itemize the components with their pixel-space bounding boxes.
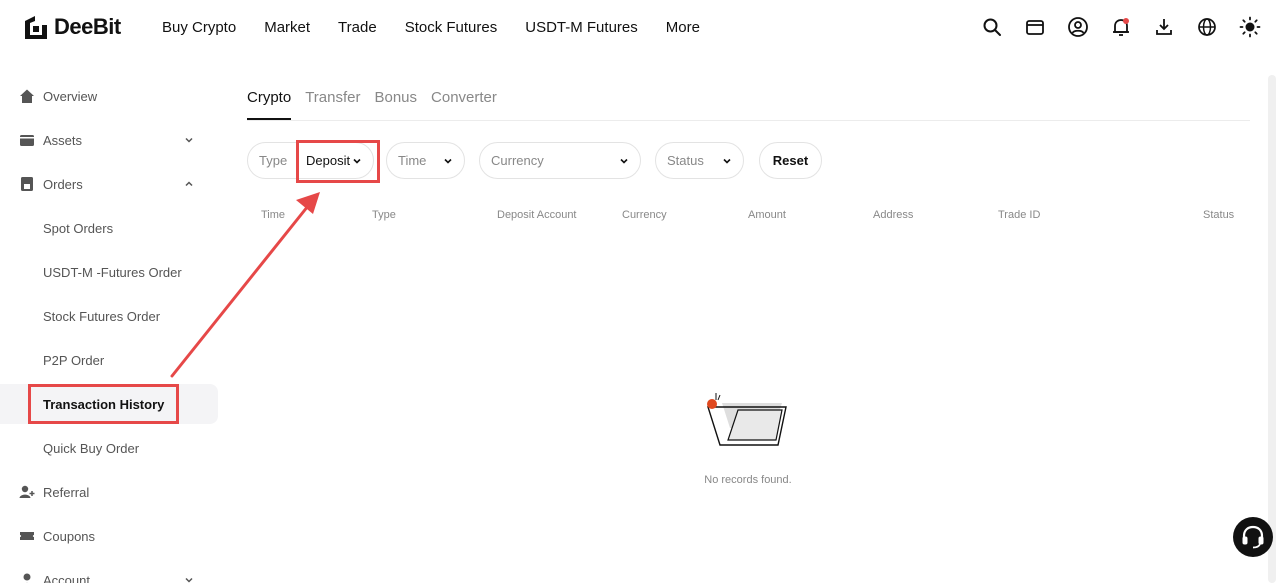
search-icon[interactable] xyxy=(980,15,1004,39)
nav-buy-crypto[interactable]: Buy Crypto xyxy=(162,19,236,36)
notification-bell-icon[interactable] xyxy=(1109,15,1133,39)
brand-logo[interactable]: DeeBit xyxy=(22,13,121,41)
empty-box-icon xyxy=(707,393,787,446)
tab-divider xyxy=(247,120,1250,121)
sidebar-item-account[interactable]: Account xyxy=(0,560,218,583)
nav-stock-futures[interactable]: Stock Futures xyxy=(405,19,498,36)
customer-support-button[interactable] xyxy=(1233,517,1273,557)
sidebar-item-label: Referral xyxy=(43,484,90,500)
tab-transfer[interactable]: Transfer xyxy=(305,80,360,120)
nav-usdtm-futures[interactable]: USDT-M Futures xyxy=(525,19,638,36)
highlight-transaction-history xyxy=(28,384,179,424)
headset-icon xyxy=(1242,525,1264,549)
chevron-down-icon xyxy=(444,158,452,164)
column-header-address: Address xyxy=(873,209,914,221)
sidebar-item-label: P2P Order xyxy=(43,352,105,368)
sidebar-item-p2p-order[interactable]: P2P Order xyxy=(0,340,218,380)
sidebar-item-label: Stock Futures Order xyxy=(43,308,161,324)
coupon-ticket-icon xyxy=(20,532,34,540)
download-icon[interactable] xyxy=(1152,15,1176,39)
page-scrollbar[interactable] xyxy=(1268,75,1276,583)
tab-converter[interactable]: Converter xyxy=(431,80,497,120)
time-select[interactable]: Time xyxy=(386,142,465,179)
sidebar-item-assets[interactable]: Assets xyxy=(0,120,218,160)
user-profile-icon[interactable] xyxy=(1066,15,1090,39)
wallet-icon xyxy=(20,135,34,146)
currency-placeholder: Currency xyxy=(491,153,544,168)
column-header-amount: Amount xyxy=(748,209,786,221)
sidebar-item-orders[interactable]: Orders xyxy=(0,164,218,204)
account-sidebar: Overview Assets Orders Spot Orders USDT-… xyxy=(0,54,230,583)
chevron-down-icon xyxy=(185,577,193,583)
theme-sun-icon[interactable] xyxy=(1238,15,1262,39)
sidebar-item-label: Account xyxy=(43,572,90,583)
column-header-status: Status xyxy=(1203,209,1235,221)
empty-state-text: No records found. xyxy=(704,474,792,486)
sidebar-item-overview[interactable]: Overview xyxy=(0,76,218,116)
status-placeholder: Status xyxy=(667,153,704,168)
column-header-time: Time xyxy=(261,209,286,221)
home-icon xyxy=(20,89,34,103)
sidebar-item-usdtm-futures-order[interactable]: USDT-M -Futures Order xyxy=(0,252,218,292)
time-placeholder: Time xyxy=(398,153,427,168)
column-header-type: Type xyxy=(372,209,396,221)
status-select[interactable]: Status xyxy=(655,142,744,179)
column-header-currency: Currency xyxy=(622,209,667,221)
sidebar-item-label: Spot Orders xyxy=(43,220,114,236)
add-user-icon xyxy=(19,485,35,498)
history-tabs: Crypto Transfer Bonus Converter xyxy=(247,80,511,120)
column-header-trade-id: Trade ID xyxy=(998,209,1041,221)
reset-button[interactable]: Reset xyxy=(759,142,822,179)
currency-select[interactable]: Currency xyxy=(479,142,641,179)
sidebar-item-spot-orders[interactable]: Spot Orders xyxy=(0,208,218,248)
sidebar-item-quick-buy-order[interactable]: Quick Buy Order xyxy=(0,428,218,468)
sidebar-item-label: USDT-M -Futures Order xyxy=(43,264,182,280)
chevron-up-icon xyxy=(185,181,193,187)
sidebar-item-label: Coupons xyxy=(43,528,96,544)
type-label: Type xyxy=(259,153,288,168)
deebit-logo-icon xyxy=(25,16,47,39)
empty-state-illustration xyxy=(690,390,806,455)
sidebar-item-coupons[interactable]: Coupons xyxy=(0,516,218,556)
sidebar-item-label: Orders xyxy=(43,176,83,192)
sidebar-item-label: Assets xyxy=(43,132,83,148)
header-icon-bar xyxy=(961,14,1262,40)
chevron-down-icon xyxy=(620,158,628,164)
nav-trade[interactable]: Trade xyxy=(338,19,377,36)
chevron-down-icon xyxy=(723,158,731,164)
sidebar-item-referral[interactable]: Referral xyxy=(0,472,218,512)
column-header-deposit-account: Deposit Account xyxy=(497,209,577,221)
globe-icon[interactable] xyxy=(1195,15,1219,39)
sidebar-item-stock-futures-order[interactable]: Stock Futures Order xyxy=(0,296,218,336)
chevron-down-icon xyxy=(185,137,193,143)
orders-document-icon xyxy=(21,177,33,191)
main-nav: Buy Crypto Market Trade Stock Futures US… xyxy=(162,0,728,54)
wallet-icon[interactable] xyxy=(1023,15,1047,39)
user-icon xyxy=(23,573,31,583)
nav-market[interactable]: Market xyxy=(264,19,310,36)
brand-name: DeeBit xyxy=(54,14,121,39)
highlight-deposit-select xyxy=(296,140,380,183)
nav-more[interactable]: More xyxy=(666,19,700,36)
top-header: DeeBit Buy Crypto Market Trade Stock Fut… xyxy=(0,0,1280,54)
tab-crypto[interactable]: Crypto xyxy=(247,80,292,120)
sidebar-item-label: Overview xyxy=(43,88,98,104)
sidebar-item-label: Quick Buy Order xyxy=(43,440,140,456)
tab-bonus[interactable]: Bonus xyxy=(374,80,417,120)
